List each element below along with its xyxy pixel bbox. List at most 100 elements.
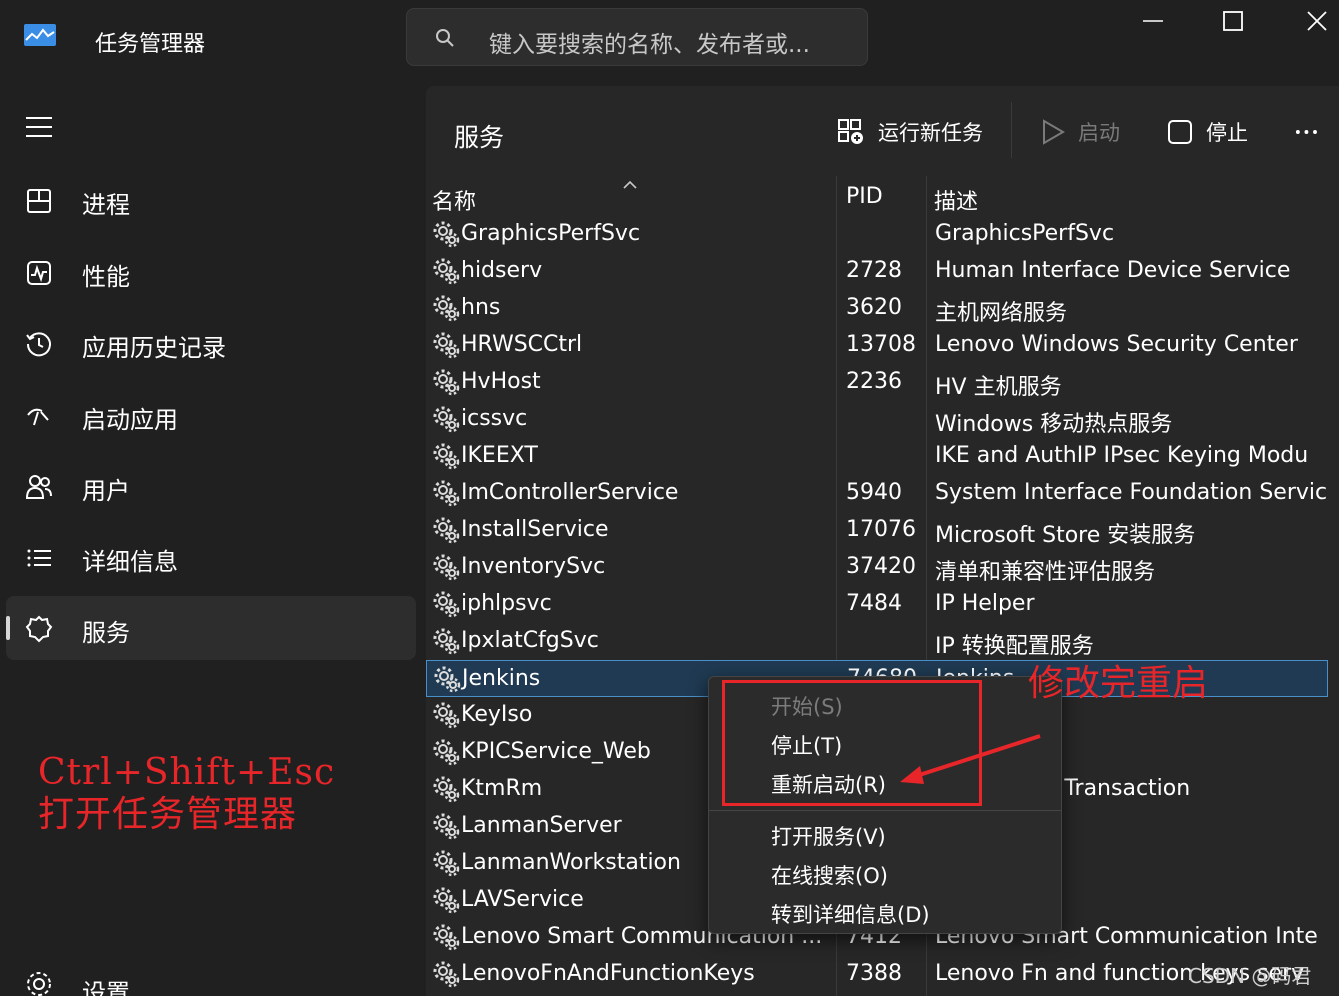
context-menu-go-to-details[interactable]: 转到详细信息(D) <box>771 899 930 929</box>
run-new-task-icon <box>838 119 863 144</box>
service-gear-icon <box>432 220 460 248</box>
service-gear-icon <box>432 960 460 988</box>
table-row[interactable]: hns 3620 主机网络服务 <box>426 290 1328 327</box>
stop-label: 停止 <box>1206 121 1248 145</box>
service-name: KPICService_Web <box>461 739 651 764</box>
menu-divider <box>709 810 1061 811</box>
service-gear-icon <box>432 886 460 914</box>
annotation-arrow-icon <box>900 734 1041 784</box>
table-header: 名称 PID 描述 <box>426 176 1339 216</box>
service-gear-icon <box>433 665 461 693</box>
service-name: iphlpsvc <box>461 591 552 616</box>
app-title: 任务管理器 <box>95 32 206 57</box>
run-new-task-button[interactable]: 运行新任务 <box>836 114 983 150</box>
service-name: KeyIso <box>461 702 533 727</box>
sidebar-item-services[interactable]: 服务 <box>6 596 416 660</box>
table-row[interactable]: IKEEXT IKE and AuthIP IPsec Keying Modu <box>426 438 1328 475</box>
service-gear-icon <box>432 775 460 803</box>
service-name: HRWSCCtrl <box>461 332 583 357</box>
sidebar-item-settings[interactable]: 设置 <box>6 955 416 996</box>
column-header-description[interactable]: 描述 <box>934 184 978 216</box>
task-manager-logo-icon <box>24 24 56 46</box>
column-header-name[interactable]: 名称 <box>432 184 476 216</box>
toolbar-divider <box>1011 102 1012 158</box>
hotkey-annotation: Ctrl+Shift+Esc 打开任务管理器 <box>38 752 335 836</box>
minimize-icon[interactable] <box>1138 6 1168 36</box>
service-description: 清单和兼容性评估服务 <box>935 560 1156 585</box>
service-pid: 7388 <box>846 961 902 986</box>
stop-button[interactable]: 停止 <box>1166 114 1248 150</box>
page-title: 服务 <box>454 123 505 152</box>
service-pid: 2236 <box>846 369 902 394</box>
start-button[interactable]: 启动 <box>1040 114 1120 150</box>
service-gear-icon <box>432 738 460 766</box>
service-name: IpxlatCfgSvc <box>461 628 599 653</box>
service-name: GraphicsPerfSvc <box>461 221 641 246</box>
table-row[interactable]: ImControllerService 5940 System Interface … <box>426 475 1328 512</box>
performance-icon <box>27 261 51 285</box>
search-placeholder: 键入要搜索的名称、发布者或... <box>489 32 810 58</box>
table-row[interactable]: HRWSCCtrl 13708 Lenovo Windows Security Ce… <box>426 327 1328 364</box>
service-pid: 13708 <box>846 332 916 357</box>
service-name: ImControllerService <box>461 480 679 505</box>
table-row[interactable]: InventorySvc 37420 清单和兼容性评估服务 <box>426 549 1328 586</box>
more-options-button[interactable] <box>1294 114 1334 150</box>
sidebar-item-performance[interactable]: 性能 <box>6 240 416 304</box>
service-pid: 5940 <box>846 480 902 505</box>
service-gear-icon <box>432 516 460 544</box>
service-pid: 2728 <box>846 258 902 283</box>
sidebar-item-label: 设置 <box>82 979 130 996</box>
startup-icon <box>27 408 49 426</box>
play-icon <box>1043 119 1065 145</box>
table-row[interactable]: icssvc Windows 移动热点服务 <box>426 401 1328 438</box>
stop-icon <box>1168 120 1192 144</box>
sort-ascending-icon <box>623 180 637 189</box>
table-row[interactable]: GraphicsPerfSvc GraphicsPerfSvc <box>426 216 1328 253</box>
service-gear-icon <box>432 701 460 729</box>
run-new-task-label: 运行新任务 <box>878 121 983 145</box>
table-row[interactable]: iphlpsvc 7484 IP Helper <box>426 586 1328 623</box>
active-indicator <box>6 616 10 640</box>
sidebar-item-processes[interactable]: 进程 <box>6 168 416 232</box>
hamburger-menu-icon[interactable] <box>24 114 54 140</box>
service-description: IP Helper <box>935 591 1035 616</box>
service-pid: 3620 <box>846 295 902 320</box>
search-input[interactable]: 键入要搜索的名称、发布者或... <box>406 8 868 66</box>
service-gear-icon <box>432 442 460 470</box>
sidebar-item-details[interactable]: 详细信息 <box>6 525 416 589</box>
service-pid: 37420 <box>846 554 916 579</box>
more-icon <box>1295 130 1317 134</box>
service-name: icssvc <box>461 406 528 431</box>
service-name: LAVService <box>461 887 584 912</box>
service-description: IKE and AuthIP IPsec Keying Modu <box>935 443 1309 468</box>
service-name: KtmRm <box>461 776 543 801</box>
service-description: 主机网络服务 <box>935 301 1068 326</box>
sidebar-item-users[interactable]: 用户 <box>6 454 416 518</box>
sidebar-item-app-history[interactable]: 应用历史记录 <box>6 311 416 375</box>
service-gear-icon <box>432 923 460 951</box>
column-header-pid[interactable]: PID <box>846 184 883 209</box>
service-name: IKEEXT <box>461 443 538 468</box>
maximize-icon[interactable] <box>1218 6 1248 36</box>
hotkey-annotation-line1: Ctrl+Shift+Esc <box>38 752 336 793</box>
service-gear-icon <box>432 405 460 433</box>
sidebar-item-label: 详细信息 <box>82 548 178 576</box>
sidebar-item-label: 服务 <box>82 619 130 647</box>
service-name: InstallService <box>461 517 609 542</box>
service-description: Windows 移动热点服务 <box>935 412 1173 437</box>
table-row[interactable]: hidserv 2728 Human Interface Device Servic… <box>426 253 1328 290</box>
service-gear-icon <box>432 849 460 877</box>
context-menu-open-services[interactable]: 打开服务(V) <box>771 821 886 851</box>
service-name: Jenkins <box>462 666 541 691</box>
table-row[interactable]: HvHost 2236 HV 主机服务 <box>426 364 1328 401</box>
service-description: GraphicsPerfSvc <box>935 221 1115 246</box>
title-bar: 任务管理器 键入要搜索的名称、发布者或... <box>0 0 1339 80</box>
service-gear-icon <box>432 590 460 618</box>
context-menu-search-online[interactable]: 在线搜索(O) <box>771 860 888 890</box>
sidebar-item-startup-apps[interactable]: 启动应用 <box>6 383 416 447</box>
gear-icon <box>27 972 51 996</box>
service-gear-icon <box>432 257 460 285</box>
sidebar-item-label: 进程 <box>82 191 130 219</box>
table-row[interactable]: InstallService 17076 Microsoft Store 安装服务 <box>426 512 1328 549</box>
close-icon[interactable] <box>1302 6 1332 36</box>
